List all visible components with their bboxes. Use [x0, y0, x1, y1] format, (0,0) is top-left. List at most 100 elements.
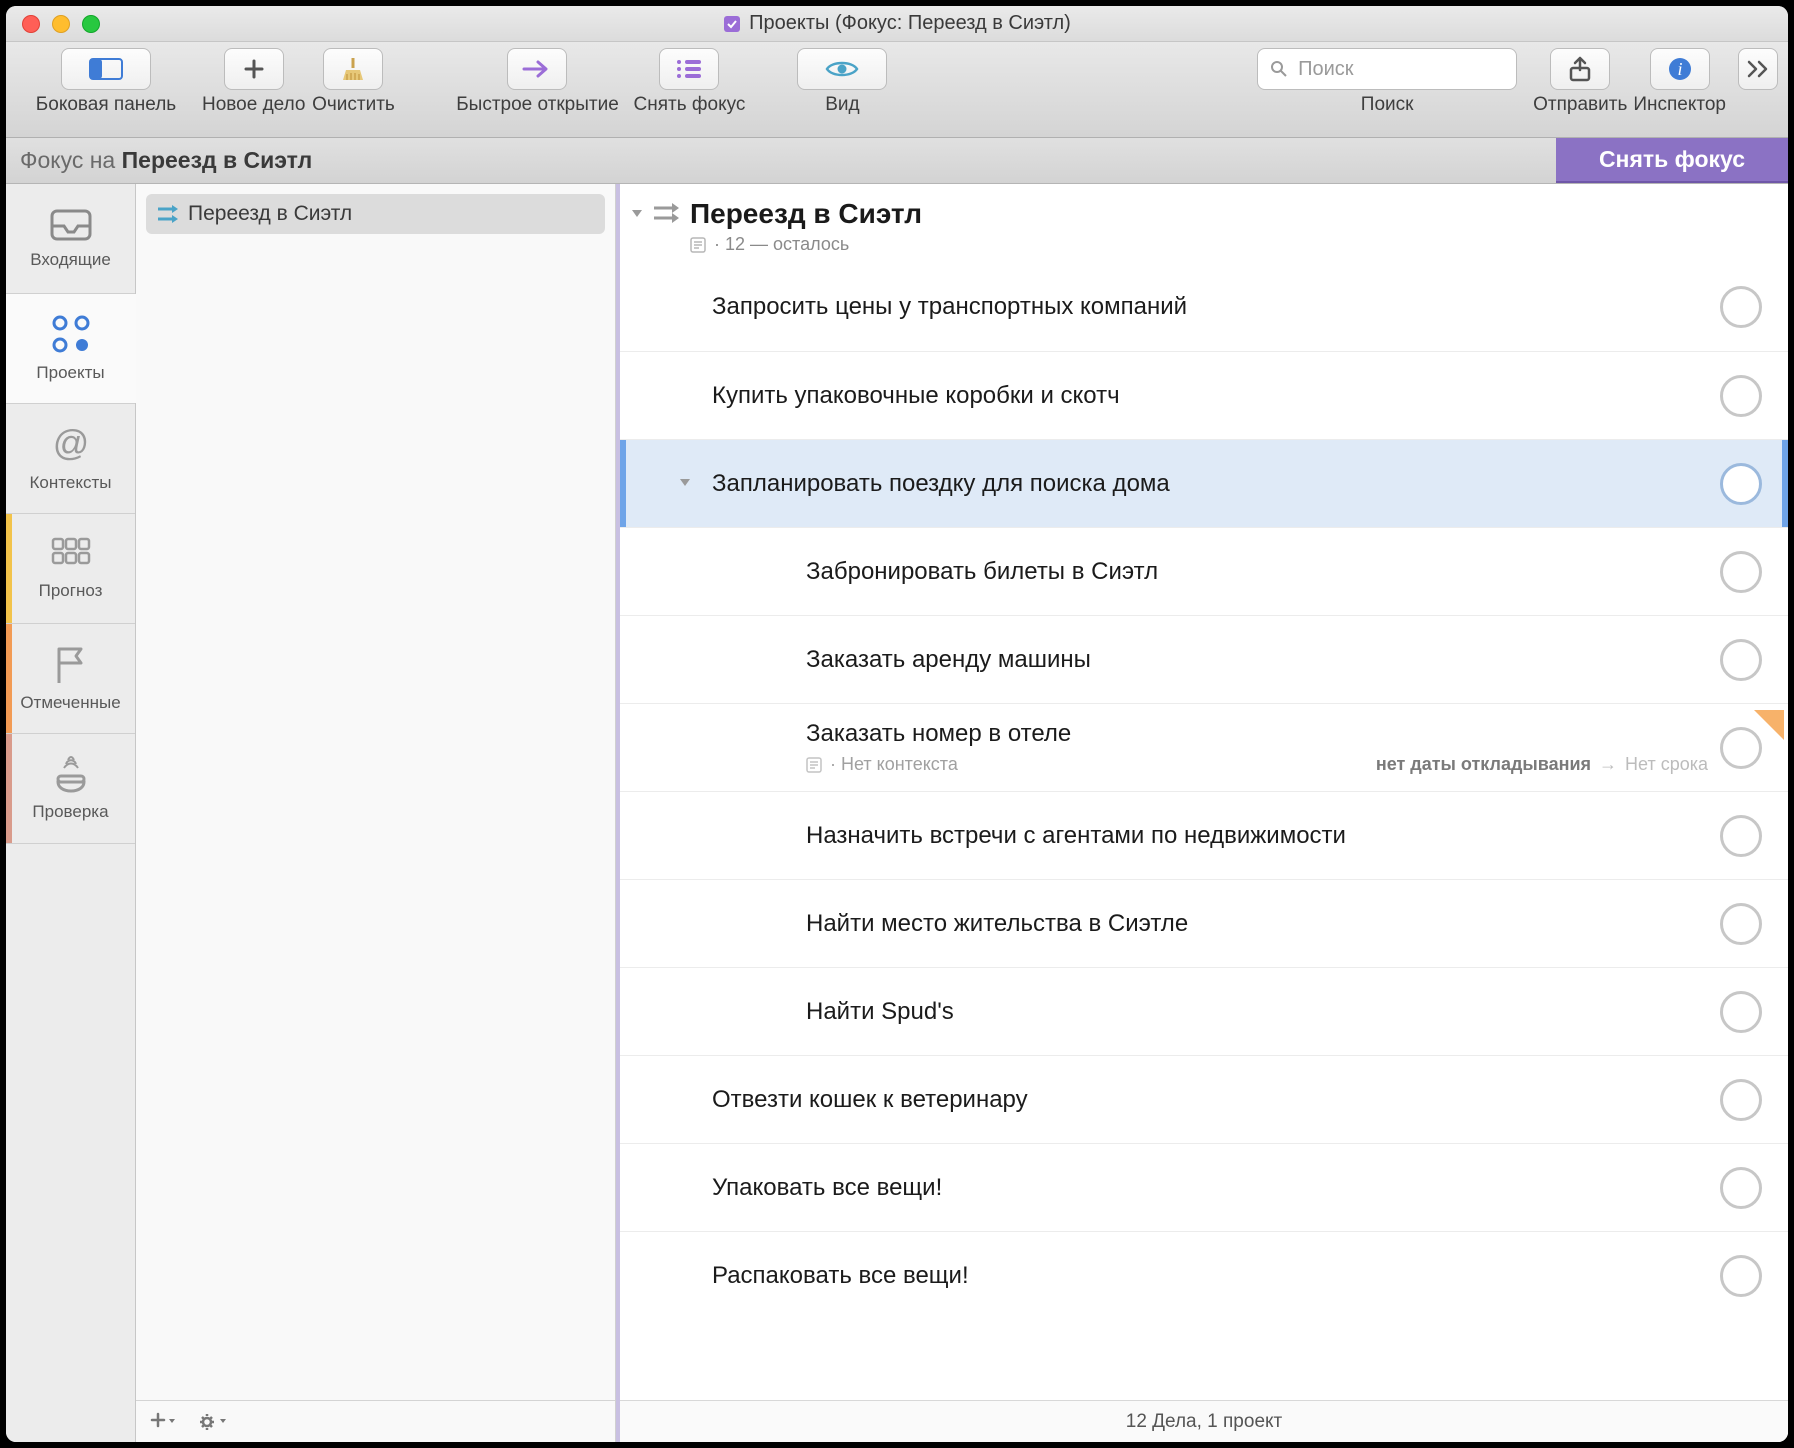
project-header: Переезд в Сиэтл · 12 — осталось: [620, 184, 1788, 263]
inspector-button[interactable]: i Инспектор: [1633, 48, 1726, 116]
tab-flagged[interactable]: Отмеченные: [6, 624, 135, 734]
inbox-icon: [49, 208, 93, 242]
search-input[interactable]: Поиск: [1257, 48, 1517, 90]
disclosure-triangle-icon[interactable]: [678, 473, 692, 494]
focus-text: Фокус на Переезд в Сиэтл: [20, 147, 312, 174]
project-list: Переезд в Сиэтл: [136, 184, 615, 1400]
task-title: Купить упаковочные коробки и скотч: [712, 382, 1708, 410]
project-meta: · 12 — осталось: [690, 234, 922, 255]
view-button[interactable]: Вид: [797, 48, 887, 116]
eye-icon: [825, 58, 859, 80]
project-item-label: Переезд в Сиэтл: [188, 202, 352, 226]
tab-contexts[interactable]: @ Контексты: [6, 404, 135, 514]
task-title: Заказать номер в отеле: [806, 720, 1708, 748]
task-title: Заказать аренду машины: [806, 646, 1708, 674]
perspective-tabs: Входящие Проекты @ Контексты Прогноз Отм…: [6, 184, 136, 1442]
tab-projects[interactable]: Проекты: [6, 294, 135, 404]
gear-menu-button[interactable]: [198, 1412, 228, 1432]
tab-forecast[interactable]: Прогноз: [6, 514, 135, 624]
zoom-window-button[interactable]: [82, 15, 100, 33]
unfocus-button[interactable]: Снять фокус: [1556, 138, 1788, 183]
review-icon: [50, 756, 92, 794]
status-circle[interactable]: [1720, 1079, 1762, 1121]
task-title: Найти место жительства в Сиэтле: [806, 910, 1708, 938]
task-row[interactable]: Забронировать билеты в Сиэтл: [620, 527, 1788, 615]
search-placeholder: Поиск: [1298, 58, 1353, 81]
task-row[interactable]: Распаковать все вещи!: [620, 1231, 1788, 1319]
tab-review[interactable]: Проверка: [6, 734, 135, 844]
task-row[interactable]: Найти место жительства в Сиэтле: [620, 879, 1788, 967]
status-circle[interactable]: [1720, 551, 1762, 593]
task-title: Запланировать поездку для поиска дома: [712, 470, 1708, 498]
minimize-window-button[interactable]: [52, 15, 70, 33]
main-body: Входящие Проекты @ Контексты Прогноз Отм…: [6, 184, 1788, 1442]
status-circle[interactable]: [1720, 639, 1762, 681]
titlebar: Проекты (Фокус: Переезд в Сиэтл): [6, 6, 1788, 42]
task-row[interactable]: Упаковать все вещи!: [620, 1143, 1788, 1231]
task-row[interactable]: Купить упаковочные коробки и скотч: [620, 351, 1788, 439]
sidebar-icon: [89, 57, 123, 81]
status-circle[interactable]: [1720, 286, 1762, 328]
share-button[interactable]: Отправить: [1533, 48, 1627, 116]
add-menu-button[interactable]: [150, 1412, 176, 1432]
toolbar: Боковая панель Новое дело Очистить Быстр…: [6, 42, 1788, 138]
svg-text:@: @: [52, 425, 89, 463]
svg-text:i: i: [1677, 59, 1682, 79]
contexts-icon: @: [48, 425, 94, 465]
task-row[interactable]: Заказать номер в отеле · Нет контекстанет…: [620, 703, 1788, 791]
task-list: Запросить цены у транспортных компаний Ку…: [620, 263, 1788, 1349]
task-row[interactable]: Назначить встречи с агентами по недвижим…: [620, 791, 1788, 879]
note-icon: [690, 237, 706, 253]
status-bar: 12 Дела, 1 проект: [620, 1400, 1788, 1442]
task-title: Назначить встречи с агентами по недвижим…: [806, 822, 1708, 850]
status-circle[interactable]: [1720, 1167, 1762, 1209]
task-row[interactable]: Запросить цены у транспортных компаний: [620, 263, 1788, 351]
task-meta: · Нет контекстанет даты откладывания→Нет…: [806, 754, 1708, 775]
task-title: Отвезти кошек к ветеринару: [712, 1086, 1708, 1114]
note-icon: [806, 757, 822, 773]
arrow-right-icon: [522, 58, 552, 80]
window-title: Проекты (Фокус: Переезд в Сиэтл): [6, 12, 1788, 35]
cleanup-button[interactable]: Очистить: [311, 48, 395, 116]
tab-accent: [6, 514, 12, 623]
task-title: Забронировать билеты в Сиэтл: [806, 558, 1708, 586]
status-circle[interactable]: [1720, 903, 1762, 945]
project-sidebar: Переезд в Сиэтл: [136, 184, 616, 1442]
app-window: Проекты (Фокус: Переезд в Сиэтл) Боковая…: [6, 6, 1788, 1442]
status-circle[interactable]: [1720, 991, 1762, 1033]
task-row[interactable]: Отвезти кошек к ветеринару: [620, 1055, 1788, 1143]
task-title: Запросить цены у транспортных компаний: [712, 293, 1708, 321]
broom-icon: [340, 56, 366, 82]
close-window-button[interactable]: [22, 15, 40, 33]
project-title: Переезд в Сиэтл: [690, 198, 922, 230]
task-title: Распаковать все вещи!: [712, 1262, 1708, 1290]
search-icon: [1270, 60, 1288, 78]
content: Переезд в Сиэтл · 12 — осталось Запросит…: [616, 184, 1788, 1442]
task-row[interactable]: Заказать аренду машины: [620, 615, 1788, 703]
list-icon: [675, 58, 703, 80]
window-controls: [22, 15, 100, 33]
search-group: Поиск Поиск: [1247, 48, 1527, 116]
parallel-project-icon: [158, 205, 178, 223]
task-row[interactable]: Найти Spud's: [620, 967, 1788, 1055]
tab-accent: [6, 734, 12, 843]
tab-inbox[interactable]: Входящие: [6, 184, 135, 294]
flag-icon: [53, 645, 89, 685]
status-circle[interactable]: [1720, 727, 1762, 769]
status-circle[interactable]: [1720, 815, 1762, 857]
status-circle[interactable]: [1720, 463, 1762, 505]
task-row[interactable]: Запланировать поездку для поиска дома: [620, 439, 1788, 527]
project-item[interactable]: Переезд в Сиэтл: [146, 194, 605, 234]
toggle-sidebar-button[interactable]: Боковая панель: [16, 48, 196, 116]
unfocus-toolbar-button[interactable]: Снять фокус: [633, 48, 745, 116]
parallel-project-icon: [654, 202, 680, 224]
task-title: Найти Spud's: [806, 998, 1708, 1026]
chevron-double-right-icon: [1747, 60, 1769, 78]
quick-open-button[interactable]: Быстрое открытие: [447, 48, 627, 116]
status-circle[interactable]: [1720, 1255, 1762, 1297]
new-action-button[interactable]: Новое дело: [202, 48, 305, 116]
content-scroll[interactable]: Переезд в Сиэтл · 12 — осталось Запросит…: [620, 184, 1788, 1400]
disclosure-triangle-icon[interactable]: [630, 206, 644, 220]
status-circle[interactable]: [1720, 375, 1762, 417]
toolbar-overflow-button[interactable]: [1738, 48, 1778, 90]
